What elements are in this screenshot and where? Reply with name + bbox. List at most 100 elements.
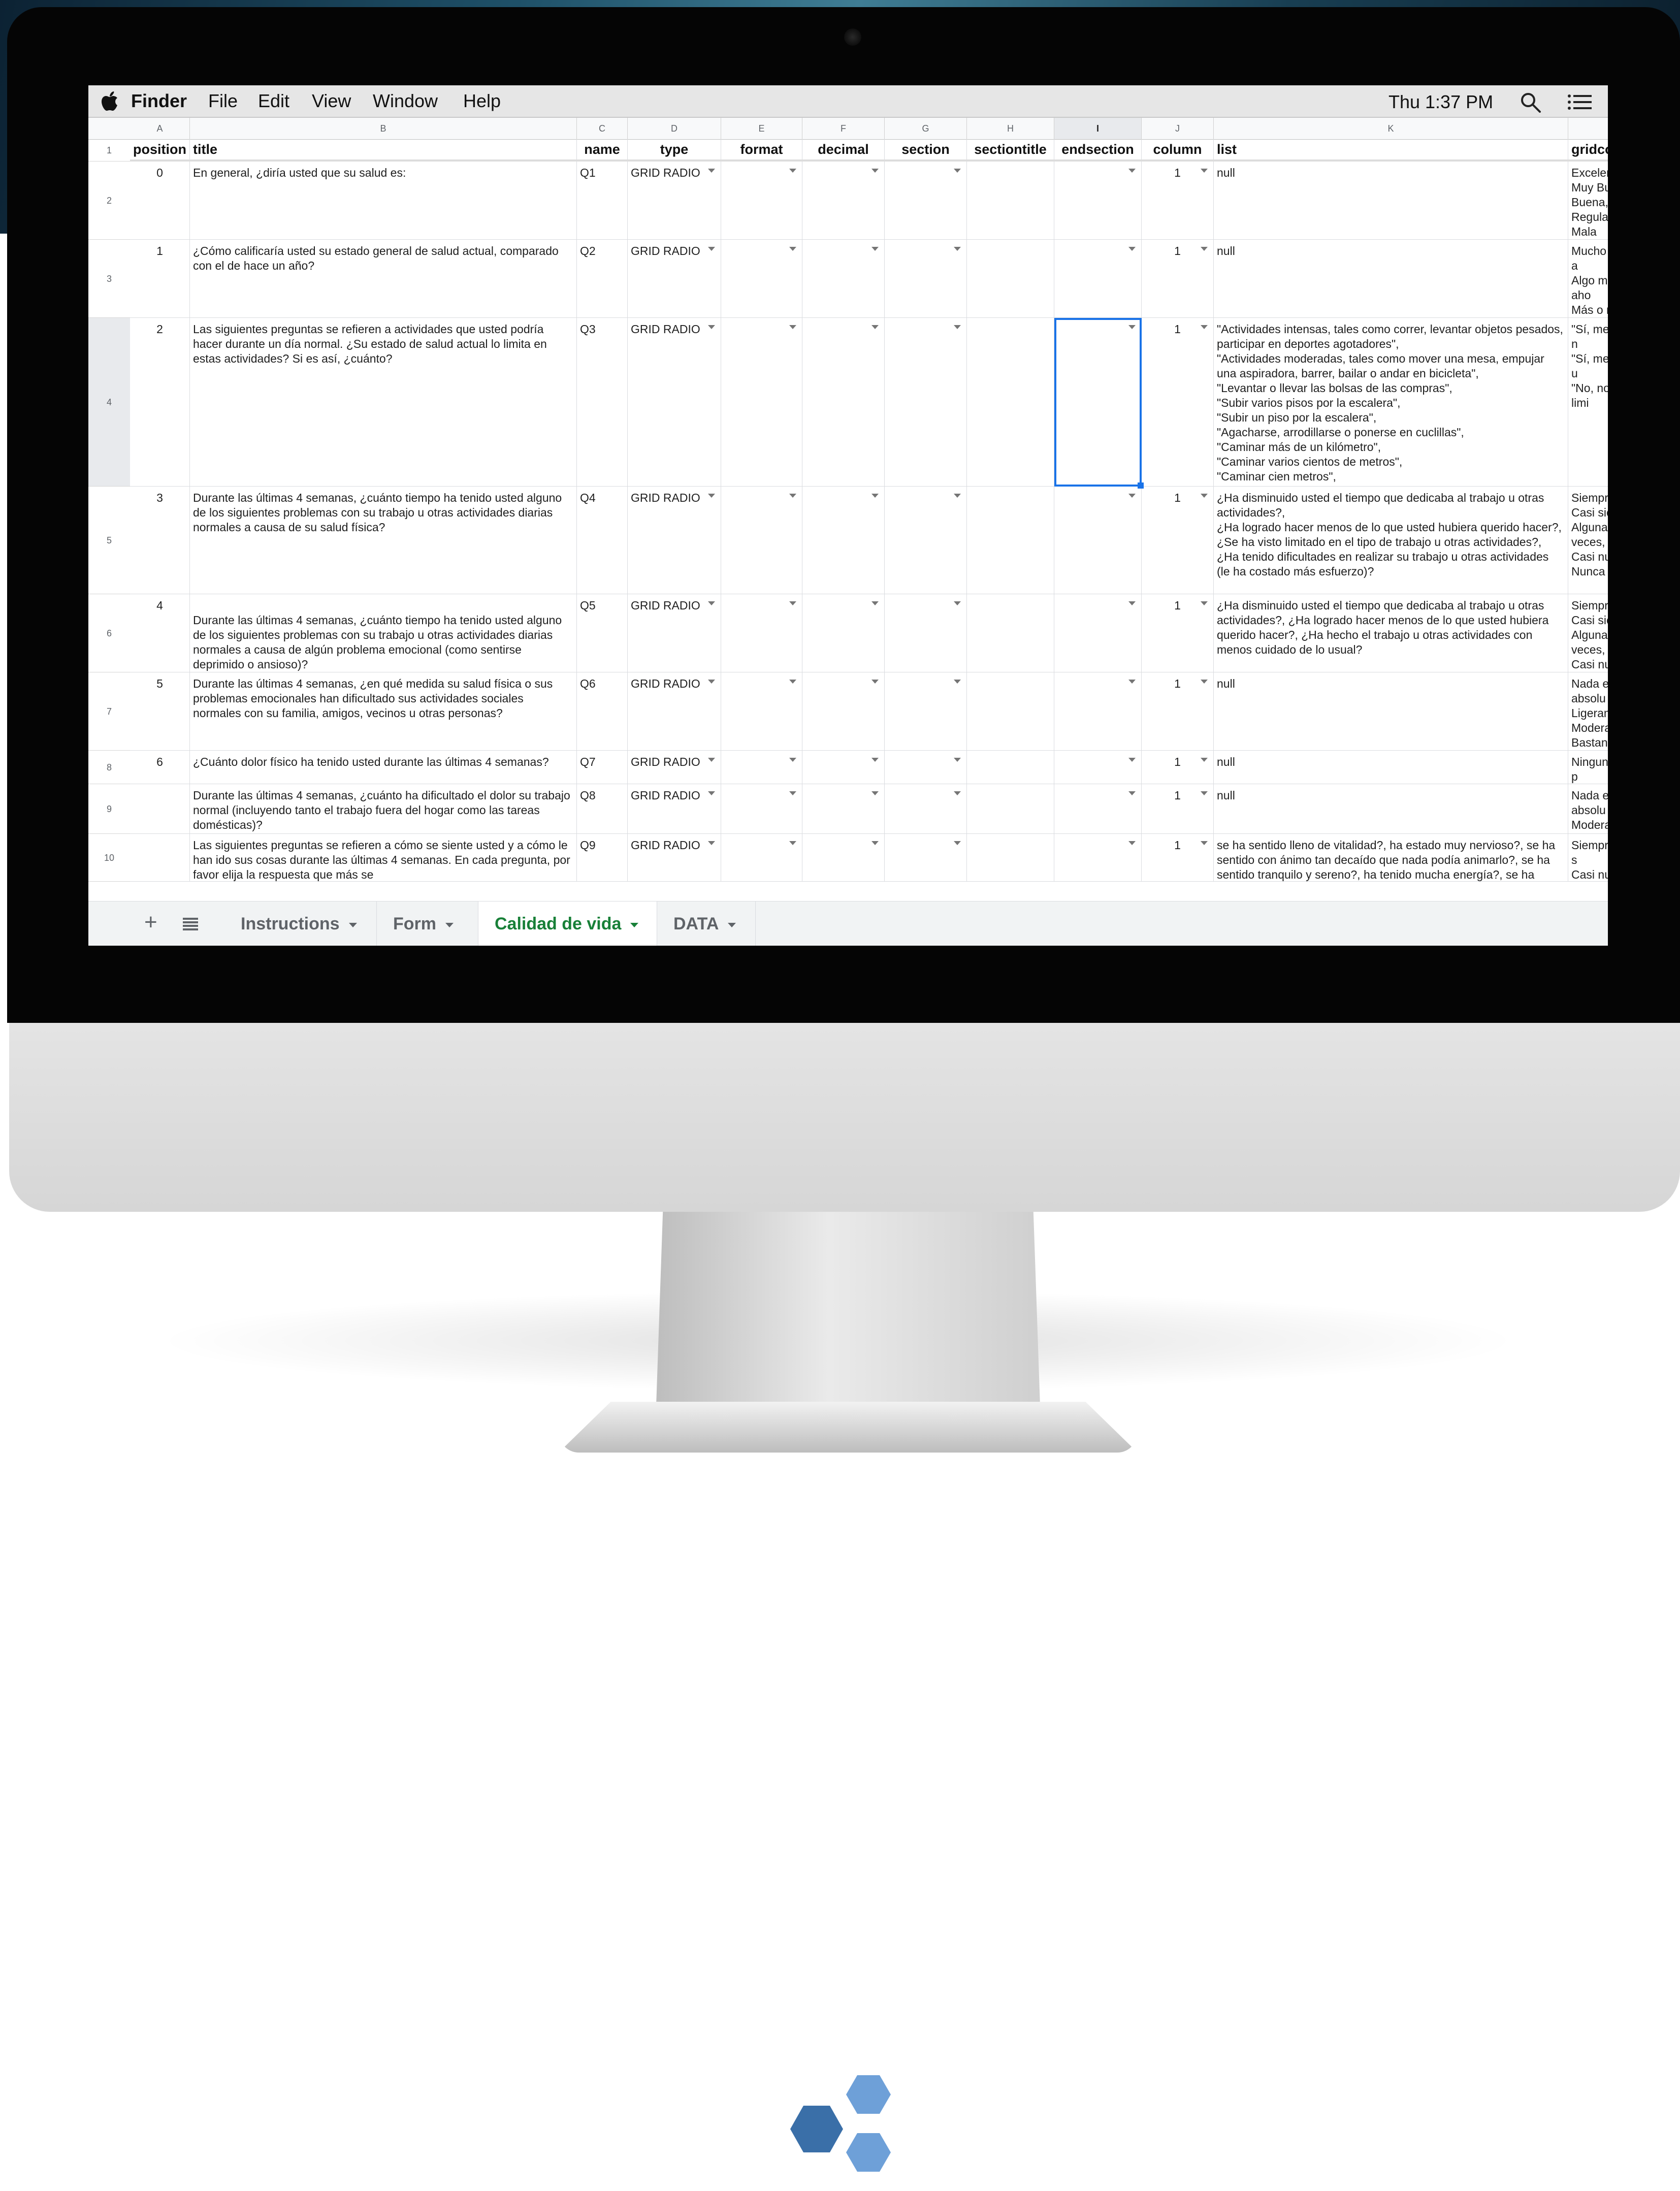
cell-section[interactable] bbox=[885, 318, 967, 486]
row-header-9[interactable]: 9 bbox=[88, 784, 130, 834]
cell-column[interactable]: 1 bbox=[1142, 784, 1214, 833]
cell-list[interactable]: se ha sentido lleno de vitalidad?, ha es… bbox=[1214, 834, 1568, 881]
dropdown-arrow-icon[interactable] bbox=[871, 791, 879, 795]
cell-column[interactable]: 1 bbox=[1142, 240, 1214, 317]
cell-name[interactable]: Q9 bbox=[577, 834, 628, 881]
cell-name[interactable]: Q5 bbox=[577, 594, 628, 672]
dropdown-arrow-icon[interactable] bbox=[954, 791, 961, 795]
menu-file[interactable]: File bbox=[208, 90, 238, 112]
cell-type[interactable]: GRID RADIO bbox=[628, 318, 721, 486]
cell-type[interactable]: GRID RADIO bbox=[628, 487, 721, 594]
dropdown-arrow-icon[interactable] bbox=[1201, 169, 1208, 173]
dropdown-arrow-icon[interactable] bbox=[1201, 601, 1208, 605]
cell-decimal[interactable] bbox=[802, 672, 885, 750]
header-cell-decimal[interactable]: decimal bbox=[802, 139, 885, 159]
dropdown-arrow-icon[interactable] bbox=[871, 841, 879, 845]
column-header-next[interactable] bbox=[1568, 118, 1608, 139]
cell-title[interactable]: Las siguientes preguntas se refieren a c… bbox=[190, 834, 577, 881]
cell-name[interactable]: Q3 bbox=[577, 318, 628, 486]
cell-endsection[interactable] bbox=[1054, 672, 1142, 750]
dropdown-arrow-icon[interactable] bbox=[789, 325, 796, 329]
dropdown-arrow-icon[interactable] bbox=[954, 247, 961, 251]
dropdown-arrow-icon[interactable] bbox=[708, 791, 715, 795]
column-header-F[interactable]: F bbox=[802, 118, 885, 139]
cell-gridcolumn[interactable]: "Sí, me limita n "Sí, me limita u "No, n… bbox=[1568, 318, 1608, 486]
dropdown-arrow-icon[interactable] bbox=[954, 841, 961, 845]
cell-sectiontitle[interactable] bbox=[967, 672, 1054, 750]
header-cell-gridcolumn[interactable]: gridcolumn bbox=[1568, 139, 1608, 159]
dropdown-arrow-icon[interactable] bbox=[954, 325, 961, 329]
cell-format[interactable] bbox=[721, 162, 802, 239]
cell-decimal[interactable] bbox=[802, 487, 885, 594]
row-header-5[interactable]: 5 bbox=[88, 487, 130, 594]
spotlight-search-icon[interactable] bbox=[1520, 91, 1542, 114]
row-header-1[interactable]: 1 bbox=[88, 139, 130, 162]
row-header-4[interactable]: 4 bbox=[88, 318, 130, 487]
cell-list[interactable]: null bbox=[1214, 162, 1568, 239]
cell-section[interactable] bbox=[885, 487, 967, 594]
menu-edit[interactable]: Edit bbox=[258, 90, 289, 112]
dropdown-arrow-icon[interactable] bbox=[708, 841, 715, 845]
dropdown-arrow-icon[interactable] bbox=[1128, 247, 1136, 251]
fill-handle[interactable] bbox=[1138, 482, 1144, 489]
dropdown-arrow-icon[interactable] bbox=[871, 247, 879, 251]
dropdown-arrow-icon[interactable] bbox=[708, 601, 715, 605]
dropdown-arrow-icon[interactable] bbox=[789, 494, 796, 498]
row-header-10[interactable]: 10 bbox=[88, 834, 130, 882]
cell-title[interactable]: Durante las últimas 4 semanas, ¿en qué m… bbox=[190, 672, 577, 750]
dropdown-arrow-icon[interactable] bbox=[1201, 841, 1208, 845]
chevron-down-icon[interactable] bbox=[728, 922, 736, 927]
cell-name[interactable]: Q4 bbox=[577, 487, 628, 594]
cell-name[interactable]: Q2 bbox=[577, 240, 628, 317]
menubar-clock[interactable]: Thu 1:37 PM bbox=[1388, 91, 1493, 113]
dropdown-arrow-icon[interactable] bbox=[708, 758, 715, 762]
cell-type[interactable]: GRID RADIO bbox=[628, 784, 721, 833]
cell-sectiontitle[interactable] bbox=[967, 784, 1054, 833]
row-header-6[interactable]: 6 bbox=[88, 594, 130, 672]
cell-column[interactable]: 1 bbox=[1142, 318, 1214, 486]
cell-format[interactable] bbox=[721, 240, 802, 317]
dropdown-arrow-icon[interactable] bbox=[1128, 680, 1136, 684]
cell-decimal[interactable] bbox=[802, 240, 885, 317]
cell-section[interactable] bbox=[885, 672, 967, 750]
dropdown-arrow-icon[interactable] bbox=[954, 494, 961, 498]
column-header-K[interactable]: K bbox=[1214, 118, 1568, 139]
cell-title[interactable]: ¿Cuánto dolor físico ha tenido usted dur… bbox=[190, 751, 577, 784]
row-header-7[interactable]: 7 bbox=[88, 672, 130, 751]
cell-gridcolumn[interactable]: Nada en absolu Ligeramente, Moderadament… bbox=[1568, 672, 1608, 750]
column-header-H[interactable]: H bbox=[967, 118, 1054, 139]
cell-endsection[interactable] bbox=[1054, 240, 1142, 317]
cell-type[interactable]: GRID RADIO bbox=[628, 162, 721, 239]
selected-cell-outline[interactable] bbox=[1054, 318, 1142, 487]
cell-position[interactable]: 4 bbox=[130, 594, 190, 672]
header-cell-list[interactable]: list bbox=[1214, 139, 1568, 159]
dropdown-arrow-icon[interactable] bbox=[1128, 169, 1136, 173]
dropdown-arrow-icon[interactable] bbox=[871, 680, 879, 684]
cell-decimal[interactable] bbox=[802, 834, 885, 881]
add-sheet-icon[interactable]: + bbox=[144, 910, 157, 935]
cell-title[interactable]: Durante las últimas 4 semanas, ¿cuánto t… bbox=[190, 594, 577, 672]
cell-position[interactable] bbox=[130, 834, 190, 881]
menu-window[interactable]: Window bbox=[373, 90, 438, 112]
cell-sectiontitle[interactable] bbox=[967, 162, 1054, 239]
cell-gridcolumn[interactable]: Excelente, Muy Buena, Buena, Regular, Ma… bbox=[1568, 162, 1608, 239]
dropdown-arrow-icon[interactable] bbox=[954, 680, 961, 684]
dropdown-arrow-icon[interactable] bbox=[1128, 841, 1136, 845]
menu-help[interactable]: Help bbox=[463, 90, 501, 112]
dropdown-arrow-icon[interactable] bbox=[708, 325, 715, 329]
dropdown-arrow-icon[interactable] bbox=[871, 169, 879, 173]
cell-sectiontitle[interactable] bbox=[967, 487, 1054, 594]
cell-sectiontitle[interactable] bbox=[967, 594, 1054, 672]
cell-format[interactable] bbox=[721, 751, 802, 784]
cell-decimal[interactable] bbox=[802, 318, 885, 486]
row-header-2[interactable]: 2 bbox=[88, 162, 130, 240]
cell-format[interactable] bbox=[721, 672, 802, 750]
row-header-3[interactable]: 3 bbox=[88, 240, 130, 318]
cell-name[interactable]: Q6 bbox=[577, 672, 628, 750]
cell-column[interactable]: 1 bbox=[1142, 594, 1214, 672]
dropdown-arrow-icon[interactable] bbox=[1201, 791, 1208, 795]
cell-endsection[interactable] bbox=[1054, 751, 1142, 784]
cell-name[interactable]: Q1 bbox=[577, 162, 628, 239]
cell-list[interactable]: ¿Ha disminuido usted el tiempo que dedic… bbox=[1214, 487, 1568, 594]
cell-name[interactable]: Q8 bbox=[577, 784, 628, 833]
